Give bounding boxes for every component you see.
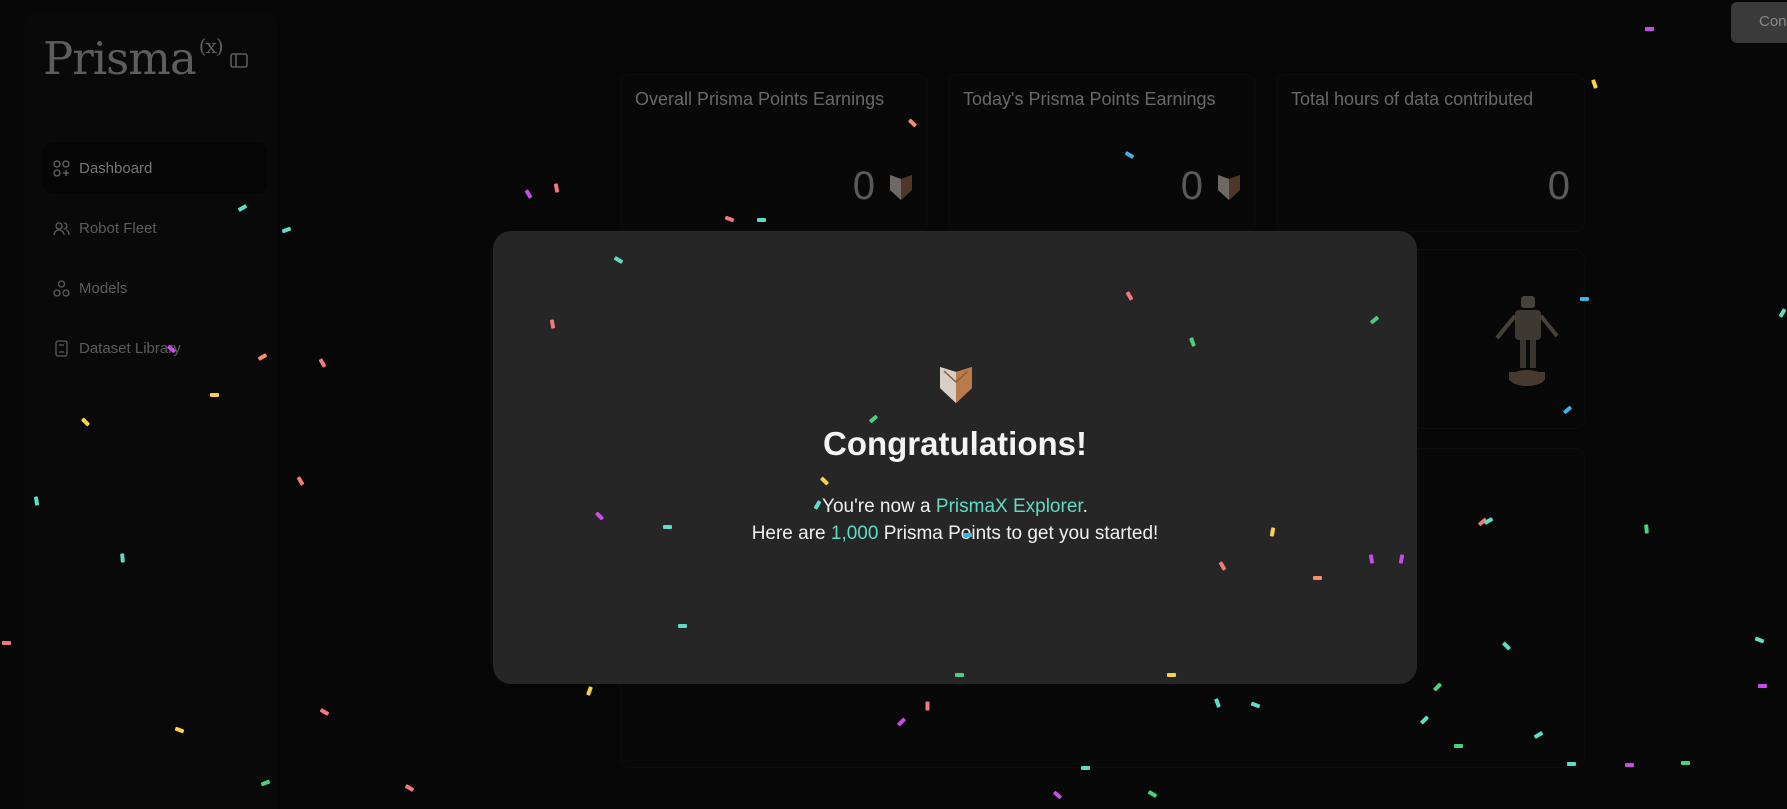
points-amount-highlight: 1,000	[830, 523, 879, 544]
congratulations-modal: Congratulations! You're now a PrismaX Ex…	[493, 231, 1417, 684]
prisma-points-badge-icon	[940, 367, 972, 403]
modal-message-line-2: Here are 1,000 Prisma Points to get you …	[493, 523, 1417, 545]
modal-message-line-1: You're now a PrismaX Explorer.	[493, 496, 1417, 518]
modal-text: You're now a	[822, 496, 936, 517]
modal-text: .	[1082, 496, 1088, 517]
modal-text: Here are	[751, 523, 831, 544]
explorer-rank-highlight: PrismaX Explorer	[935, 496, 1083, 517]
app-root: Prisma (x) Dashboard Robot Fleet Models …	[0, 0, 1787, 809]
modal-title: Congratulations!	[823, 425, 1087, 462]
modal-text: Prisma Points to get you started!	[878, 523, 1159, 544]
